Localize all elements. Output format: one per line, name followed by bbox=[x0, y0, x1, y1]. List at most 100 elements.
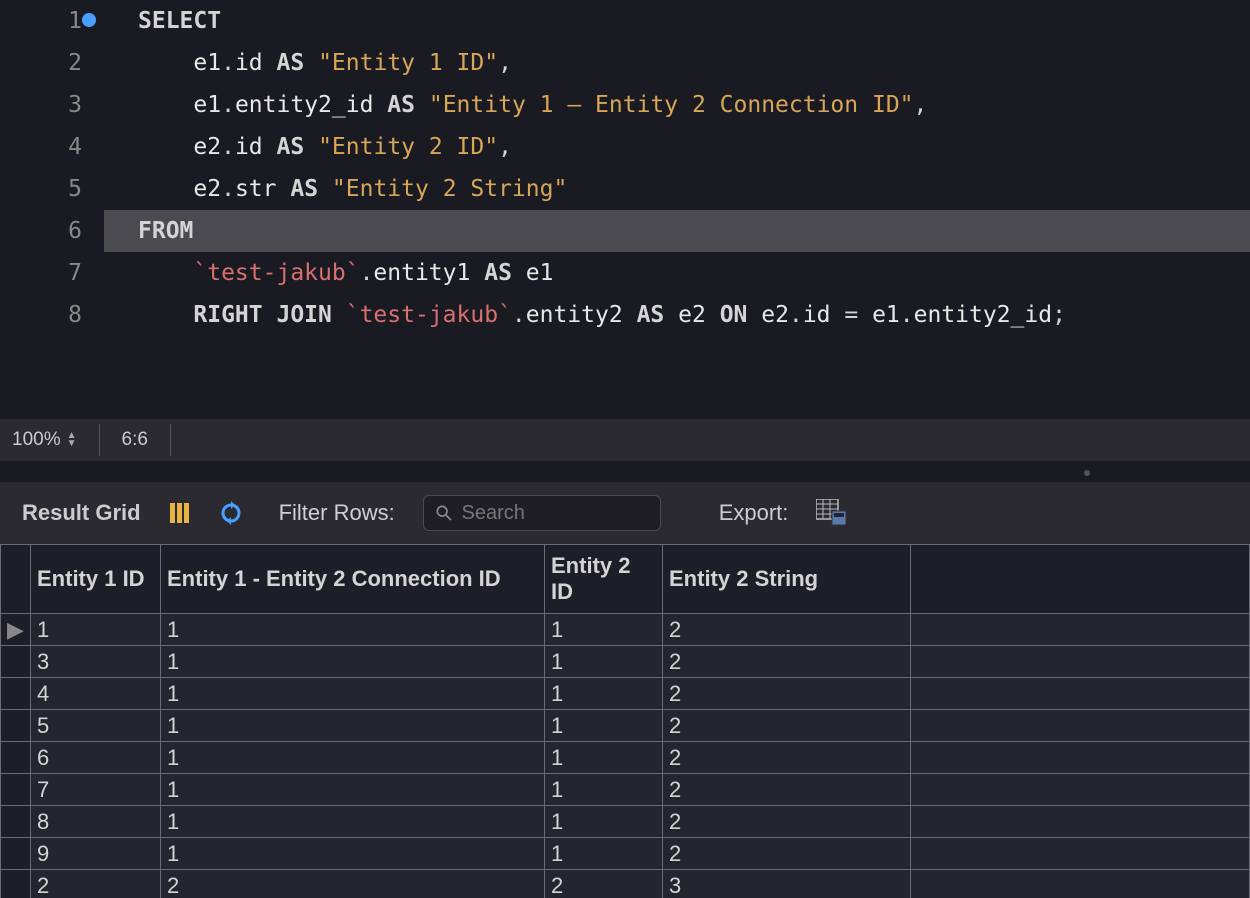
line-number: 1 bbox=[0, 0, 82, 42]
filter-input[interactable] bbox=[462, 502, 648, 525]
sql-editor[interactable]: 12345678 SELECT e1.id AS "Entity 1 ID", … bbox=[0, 0, 1250, 418]
cell[interactable]: 1 bbox=[161, 710, 545, 742]
code-line[interactable]: `test-jakub`.entity1 AS e1 bbox=[100, 252, 1250, 294]
refresh-icon[interactable] bbox=[219, 501, 243, 525]
cell[interactable]: 4 bbox=[31, 678, 161, 710]
cell[interactable]: 2 bbox=[663, 614, 911, 646]
cell[interactable]: 1 bbox=[161, 806, 545, 838]
row-selector[interactable] bbox=[1, 710, 31, 742]
table-row[interactable]: 3112 bbox=[1, 646, 1250, 678]
zoom-stepper-icon[interactable]: ▲▼ bbox=[67, 432, 77, 448]
cell[interactable]: 9 bbox=[31, 838, 161, 870]
column-header-empty bbox=[911, 545, 1250, 614]
toggle-grid-icon[interactable] bbox=[169, 502, 191, 524]
cell[interactable]: 3 bbox=[31, 646, 161, 678]
code-line[interactable]: e2.str AS "Entity 2 String" bbox=[100, 168, 1250, 210]
cell[interactable]: 3 bbox=[663, 870, 911, 898]
line-number: 7 bbox=[0, 252, 82, 294]
row-selector[interactable] bbox=[1, 646, 31, 678]
column-header[interactable]: Entity 1 ID bbox=[31, 545, 161, 614]
row-selector[interactable] bbox=[1, 838, 31, 870]
cell-empty bbox=[911, 710, 1250, 742]
table-row[interactable]: 5112 bbox=[1, 710, 1250, 742]
cell-empty bbox=[911, 646, 1250, 678]
cell[interactable]: 2 bbox=[663, 678, 911, 710]
export-label: Export: bbox=[719, 500, 789, 526]
cell[interactable]: 2 bbox=[663, 646, 911, 678]
table-row[interactable]: 9112 bbox=[1, 838, 1250, 870]
cell[interactable]: 2 bbox=[663, 710, 911, 742]
code-line[interactable]: RIGHT JOIN `test-jakub`.entity2 AS e2 ON… bbox=[100, 294, 1250, 336]
row-selector[interactable] bbox=[1, 678, 31, 710]
editor-statusbar: 100% ▲▼ 6:6 bbox=[0, 418, 1250, 462]
result-grid[interactable]: Entity 1 IDEntity 1 - Entity 2 Connectio… bbox=[0, 544, 1250, 898]
cell[interactable]: 2 bbox=[31, 870, 161, 898]
table-row[interactable]: 4112 bbox=[1, 678, 1250, 710]
divider bbox=[99, 424, 100, 456]
cell[interactable]: 2 bbox=[663, 742, 911, 774]
cell[interactable]: 5 bbox=[31, 710, 161, 742]
filter-rows-label: Filter Rows: bbox=[279, 500, 395, 526]
cell[interactable]: 1 bbox=[545, 614, 663, 646]
row-selector[interactable]: ▶ bbox=[1, 614, 31, 646]
line-number: 5 bbox=[0, 168, 82, 210]
zoom-control[interactable]: 100% ▲▼ bbox=[12, 429, 77, 451]
cell-empty bbox=[911, 838, 1250, 870]
table-row[interactable]: 2223 bbox=[1, 870, 1250, 898]
cell[interactable]: 8 bbox=[31, 806, 161, 838]
cell-empty bbox=[911, 870, 1250, 898]
cell[interactable]: 1 bbox=[545, 742, 663, 774]
search-icon bbox=[436, 504, 452, 522]
cell[interactable]: 2 bbox=[545, 870, 663, 898]
export-icon[interactable] bbox=[816, 499, 846, 527]
breakpoint-marker[interactable] bbox=[82, 13, 96, 27]
cell[interactable]: 2 bbox=[161, 870, 545, 898]
cell[interactable]: 1 bbox=[545, 838, 663, 870]
cell-empty bbox=[911, 678, 1250, 710]
cell[interactable]: 1 bbox=[545, 774, 663, 806]
cell-empty bbox=[911, 742, 1250, 774]
code-line[interactable]: e1.id AS "Entity 1 ID", bbox=[100, 42, 1250, 84]
cell[interactable]: 6 bbox=[31, 742, 161, 774]
code-area[interactable]: SELECT e1.id AS "Entity 1 ID", e1.entity… bbox=[100, 0, 1250, 418]
divider bbox=[170, 424, 171, 456]
line-number: 3 bbox=[0, 84, 82, 126]
zoom-value: 100% bbox=[12, 429, 61, 451]
column-header[interactable]: Entity 2 String bbox=[663, 545, 911, 614]
row-header-corner bbox=[1, 545, 31, 614]
table-row[interactable]: 7112 bbox=[1, 774, 1250, 806]
cell[interactable]: 1 bbox=[545, 678, 663, 710]
cell[interactable]: 1 bbox=[545, 710, 663, 742]
line-number: 6 bbox=[0, 210, 82, 252]
code-line[interactable]: FROM bbox=[104, 210, 1250, 252]
code-line[interactable]: e1.entity2_id AS "Entity 1 – Entity 2 Co… bbox=[100, 84, 1250, 126]
row-selector[interactable] bbox=[1, 774, 31, 806]
row-selector[interactable] bbox=[1, 870, 31, 898]
row-selector[interactable] bbox=[1, 742, 31, 774]
cell[interactable]: 1 bbox=[161, 774, 545, 806]
result-grid-title: Result Grid bbox=[22, 500, 141, 526]
column-header[interactable]: Entity 1 - Entity 2 Connection ID bbox=[161, 545, 545, 614]
line-number: 2 bbox=[0, 42, 82, 84]
cell[interactable]: 1 bbox=[161, 838, 545, 870]
cell[interactable]: 1 bbox=[161, 614, 545, 646]
cell[interactable]: 2 bbox=[663, 838, 911, 870]
code-line[interactable]: SELECT bbox=[100, 0, 1250, 42]
cell[interactable]: 2 bbox=[663, 774, 911, 806]
column-header[interactable]: Entity 2 ID bbox=[545, 545, 663, 614]
code-line[interactable]: e2.id AS "Entity 2 ID", bbox=[100, 126, 1250, 168]
filter-search[interactable] bbox=[423, 495, 661, 531]
cell[interactable]: 1 bbox=[545, 806, 663, 838]
cell[interactable]: 1 bbox=[161, 646, 545, 678]
table-row[interactable]: 6112 bbox=[1, 742, 1250, 774]
cell[interactable]: 1 bbox=[545, 646, 663, 678]
pane-divider[interactable] bbox=[0, 462, 1250, 482]
cell[interactable]: 1 bbox=[161, 678, 545, 710]
table-row[interactable]: ▶1112 bbox=[1, 614, 1250, 646]
cell[interactable]: 7 bbox=[31, 774, 161, 806]
row-selector[interactable] bbox=[1, 806, 31, 838]
cell[interactable]: 1 bbox=[31, 614, 161, 646]
table-row[interactable]: 8112 bbox=[1, 806, 1250, 838]
cell[interactable]: 2 bbox=[663, 806, 911, 838]
cell[interactable]: 1 bbox=[161, 742, 545, 774]
